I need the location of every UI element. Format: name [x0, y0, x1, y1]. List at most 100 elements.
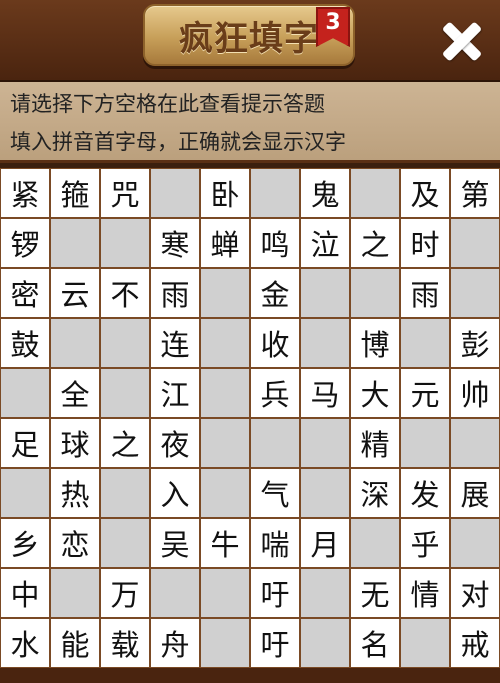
grid-cell-blocked — [200, 618, 250, 668]
grid-cell[interactable]: 之 — [350, 218, 400, 268]
grid-cell[interactable]: 牛 — [200, 518, 250, 568]
grid-cell-blocked — [150, 168, 200, 218]
grid-cell-blocked — [200, 468, 250, 518]
grid-cell[interactable]: 博 — [350, 318, 400, 368]
grid-cell[interactable]: 吴 — [150, 518, 200, 568]
hint-line-input: 填入拼音首字母，正确就会显示汉字 — [10, 130, 346, 154]
grid-cell-blocked — [450, 268, 500, 318]
grid-cell[interactable]: 蝉 — [200, 218, 250, 268]
grid-cell[interactable]: 球 — [50, 418, 100, 468]
grid-cell[interactable]: 戒 — [450, 618, 500, 668]
grid-cell[interactable]: 元 — [400, 368, 450, 418]
grid-cell-blocked — [300, 318, 350, 368]
grid-cell-blocked — [0, 468, 50, 518]
grid-cell[interactable]: 紧 — [0, 168, 50, 218]
grid-cell[interactable]: 箍 — [50, 168, 100, 218]
grid-cell-blocked — [300, 568, 350, 618]
grid-cell[interactable]: 气 — [250, 468, 300, 518]
grid-cell[interactable]: 恋 — [50, 518, 100, 568]
grid-cell[interactable]: 深 — [350, 468, 400, 518]
grid-cell[interactable]: 乡 — [0, 518, 50, 568]
grid-cell-blocked — [450, 418, 500, 468]
app-root: 疯狂填字 3 请选择下方空格在此查看提示答题 填入拼音首字母，正确就会显示汉字 … — [0, 0, 500, 683]
close-icon[interactable] — [435, 14, 489, 68]
grid-cell[interactable]: 全 — [50, 368, 100, 418]
grid-cell[interactable]: 入 — [150, 468, 200, 518]
grid-cell[interactable]: 吁 — [250, 618, 300, 668]
grid-cell[interactable]: 喘 — [250, 518, 300, 568]
grid-cell-blocked — [250, 418, 300, 468]
grid-cell-blocked — [200, 568, 250, 618]
grid-cell-blocked — [350, 168, 400, 218]
grid-cell-blocked — [200, 418, 250, 468]
grid-cell[interactable]: 密 — [0, 268, 50, 318]
game-title: 疯狂填字 — [179, 18, 319, 59]
grid-cell-blocked — [50, 218, 100, 268]
hint-line-select: 请选择下方空格在此查看提示答题 — [10, 92, 325, 116]
grid-cell[interactable]: 能 — [50, 618, 100, 668]
grid-cell[interactable]: 寒 — [150, 218, 200, 268]
grid-cell-blocked — [400, 618, 450, 668]
grid-cell[interactable]: 第 — [450, 168, 500, 218]
grid-cell[interactable]: 锣 — [0, 218, 50, 268]
grid-cell[interactable]: 水 — [0, 618, 50, 668]
grid-cell[interactable]: 鼓 — [0, 318, 50, 368]
grid-cell[interactable]: 时 — [400, 218, 450, 268]
grid-cell[interactable]: 咒 — [100, 168, 150, 218]
grid-cell[interactable]: 兵 — [250, 368, 300, 418]
grid-cell[interactable]: 月 — [300, 518, 350, 568]
grid-cell[interactable]: 大 — [350, 368, 400, 418]
grid-cell[interactable]: 名 — [350, 618, 400, 668]
grid-cell-blocked — [400, 418, 450, 468]
grid-cell-blocked — [50, 568, 100, 618]
grid-cell-blocked — [0, 368, 50, 418]
grid-cell[interactable]: 雨 — [150, 268, 200, 318]
crossword-grid: 紧箍咒卧鬼及第锣寒蝉鸣泣之时密云不雨金雨鼓连收博彭全江兵马大元帅足球之夜精热入气… — [0, 168, 500, 668]
grid-cell-blocked — [300, 618, 350, 668]
header-bar: 疯狂填字 3 — [0, 0, 500, 82]
grid-cell[interactable]: 足 — [0, 418, 50, 468]
grid-cell-blocked — [100, 468, 150, 518]
grid-cell[interactable]: 无 — [350, 568, 400, 618]
grid-cell[interactable]: 收 — [250, 318, 300, 368]
grid-cell[interactable]: 鸣 — [250, 218, 300, 268]
grid-cell-blocked — [300, 418, 350, 468]
grid-cell[interactable]: 精 — [350, 418, 400, 468]
grid-cell[interactable]: 情 — [400, 568, 450, 618]
grid-cell[interactable]: 马 — [300, 368, 350, 418]
grid-cell[interactable]: 万 — [100, 568, 150, 618]
grid-cell[interactable]: 金 — [250, 268, 300, 318]
grid-cell[interactable]: 不 — [100, 268, 150, 318]
grid-cell[interactable]: 连 — [150, 318, 200, 368]
hint-panel: 请选择下方空格在此查看提示答题 填入拼音首字母，正确就会显示汉字 — [0, 82, 500, 163]
grid-cell-blocked — [200, 318, 250, 368]
grid-cell-blocked — [50, 318, 100, 368]
grid-cell-blocked — [300, 268, 350, 318]
grid-cell[interactable]: 对 — [450, 568, 500, 618]
grid-cell[interactable]: 之 — [100, 418, 150, 468]
grid-cell[interactable]: 中 — [0, 568, 50, 618]
grid-cell[interactable]: 吁 — [250, 568, 300, 618]
grid-cell[interactable]: 卧 — [200, 168, 250, 218]
grid-cell[interactable]: 鬼 — [300, 168, 350, 218]
grid-cell-blocked — [450, 518, 500, 568]
grid-cell[interactable]: 乎 — [400, 518, 450, 568]
grid-cell[interactable]: 发 — [400, 468, 450, 518]
grid-cell[interactable]: 夜 — [150, 418, 200, 468]
grid-cell[interactable]: 展 — [450, 468, 500, 518]
grid-cell[interactable]: 泣 — [300, 218, 350, 268]
grid-cell-blocked — [250, 168, 300, 218]
grid-cell-blocked — [100, 218, 150, 268]
grid-cell[interactable]: 彭 — [450, 318, 500, 368]
grid-cell[interactable]: 云 — [50, 268, 100, 318]
grid-cell[interactable]: 江 — [150, 368, 200, 418]
grid-cell[interactable]: 雨 — [400, 268, 450, 318]
grid-cell[interactable]: 载 — [100, 618, 150, 668]
grid-cell[interactable]: 及 — [400, 168, 450, 218]
grid-cell-blocked — [150, 568, 200, 618]
grid-cell[interactable]: 帅 — [450, 368, 500, 418]
grid-cell-blocked — [400, 318, 450, 368]
grid-cell[interactable]: 热 — [50, 468, 100, 518]
grid-cell-blocked — [350, 268, 400, 318]
grid-cell[interactable]: 舟 — [150, 618, 200, 668]
